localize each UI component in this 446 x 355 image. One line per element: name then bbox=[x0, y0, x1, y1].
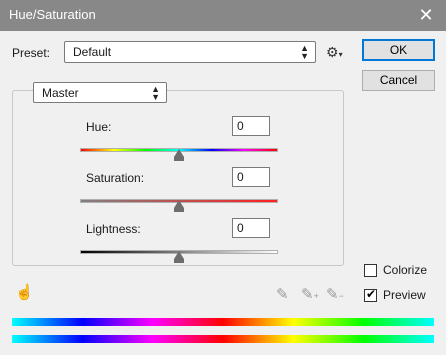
saturation-slider-thumb[interactable] bbox=[174, 200, 184, 212]
targeted-adjustment-hand-icon[interactable]: ☝ bbox=[15, 283, 34, 301]
colorize-label: Colorize bbox=[383, 263, 428, 277]
channel-value: Master bbox=[42, 86, 79, 100]
colorize-checkbox[interactable] bbox=[364, 264, 377, 277]
preset-label: Preset: bbox=[12, 46, 51, 60]
hue-slider-thumb[interactable] bbox=[174, 149, 184, 161]
eyedropper-plus-icon[interactable]: ✎+ bbox=[301, 285, 319, 303]
preset-select[interactable]: Default ▲ ▼ bbox=[64, 41, 316, 63]
title-bar: Hue/Saturation ✕ bbox=[0, 0, 446, 31]
output-color-bar[interactable] bbox=[12, 335, 434, 343]
close-icon[interactable]: ✕ bbox=[406, 0, 446, 31]
saturation-input[interactable]: 0 bbox=[232, 167, 270, 187]
preset-value: Default bbox=[73, 45, 112, 59]
input-color-bar bbox=[12, 318, 434, 326]
select-arrows-icon: ▲ ▼ bbox=[151, 84, 160, 102]
cancel-button[interactable]: Cancel bbox=[362, 70, 435, 91]
ok-button[interactable]: OK bbox=[362, 39, 435, 61]
saturation-label: Saturation: bbox=[86, 171, 145, 185]
hue-saturation-dialog: Hue/Saturation ✕ Preset: Default ▲ ▼ ⚙▾ O… bbox=[0, 0, 446, 355]
eyedropper-minus-icon[interactable]: ✎− bbox=[326, 285, 344, 303]
channel-select[interactable]: Master ▲ ▼ bbox=[33, 82, 167, 103]
window-title: Hue/Saturation bbox=[9, 7, 96, 22]
select-arrows-icon: ▲ ▼ bbox=[300, 43, 309, 61]
eyedropper-icon[interactable]: ✎ bbox=[276, 285, 289, 303]
hue-label: Hue: bbox=[86, 120, 112, 134]
hue-input[interactable]: 0 bbox=[232, 116, 270, 136]
preview-checkbox[interactable]: ✔ bbox=[364, 287, 377, 302]
adjustment-group bbox=[12, 90, 344, 266]
checkmark-icon: ✔ bbox=[366, 287, 377, 301]
preview-label: Preview bbox=[383, 288, 426, 302]
lightness-label: Lightness: bbox=[86, 222, 141, 236]
lightness-input[interactable]: 0 bbox=[232, 218, 270, 238]
gear-icon[interactable]: ⚙▾ bbox=[326, 44, 346, 60]
lightness-slider-thumb[interactable] bbox=[174, 251, 184, 263]
